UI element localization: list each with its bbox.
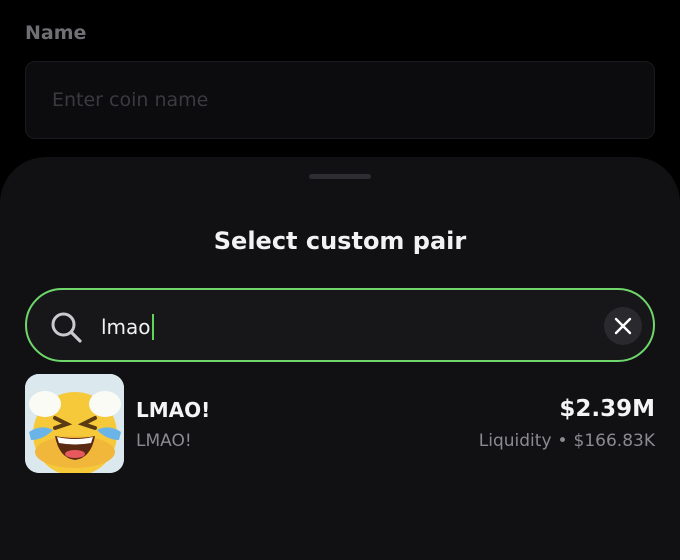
sheet-title: Select custom pair xyxy=(213,227,467,255)
clear-search-button[interactable] xyxy=(604,307,642,345)
coin-name-input[interactable] xyxy=(25,61,655,139)
pair-search-input[interactable]: lmao xyxy=(101,313,154,341)
close-icon xyxy=(614,317,632,335)
liquidity-info: Liquidity • $166.83K xyxy=(479,431,655,451)
name-label: Name xyxy=(25,22,87,44)
search-query: lmao xyxy=(101,315,151,339)
create-coin-screen: Name Select custom pair lmao xyxy=(0,0,680,560)
token-symbol: LMAO! xyxy=(136,431,192,451)
token-avatar xyxy=(25,374,124,473)
search-icon xyxy=(51,312,82,343)
token-name: LMAO! xyxy=(136,398,211,422)
pair-search-box[interactable]: lmao xyxy=(25,288,655,362)
liquidity-value: $166.83K xyxy=(573,431,655,451)
select-pair-sheet: Select custom pair lmao LMAO! LMAO! $2.3… xyxy=(0,157,680,560)
text-caret xyxy=(151,314,154,340)
sheet-grabber[interactable] xyxy=(309,174,371,179)
token-market-value: $2.39M xyxy=(559,396,655,422)
pair-result-item[interactable]: LMAO! LMAO! $2.39M Liquidity • $166.83K xyxy=(25,374,655,474)
liquidity-label: Liquidity xyxy=(478,431,552,451)
laughing-emoji-icon xyxy=(25,374,124,473)
separator-dot: • xyxy=(557,431,568,451)
